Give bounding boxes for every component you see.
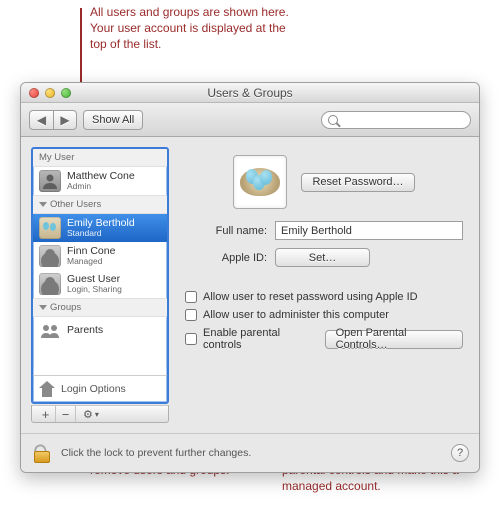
allow-admin-checkbox[interactable] [185,309,197,321]
avatar [39,245,61,267]
allow-reset-label: Allow user to reset password using Apple… [203,291,418,303]
open-parental-button[interactable]: Open Parental Controls… [325,330,463,349]
appleid-label: Apple ID: [185,252,267,264]
appleid-set-button[interactable]: Set… [275,248,370,267]
parental-checkbox[interactable] [185,333,197,345]
reset-password-button[interactable]: Reset Password… [301,173,414,192]
remove-user-button[interactable]: − [56,406,76,422]
sidebar-item-user[interactable]: Finn Cone Managed [33,242,167,270]
search-icon [328,115,338,125]
add-user-button[interactable]: + [36,406,56,422]
avatar [39,170,61,192]
parental-label: Enable parental controls [203,327,313,351]
avatar [39,217,61,239]
action-menu-button[interactable] [76,406,106,422]
lock-row: Click the lock to prevent further change… [21,433,479,472]
user-role: Login, Sharing [67,285,122,294]
fullname-input[interactable] [275,221,463,240]
allow-admin-label: Allow user to administer this computer [203,309,389,321]
login-options[interactable]: Login Options [33,375,167,402]
section-label: Groups [50,302,81,313]
fullname-label: Full name: [185,225,267,237]
sidebar-footer: + − [31,405,169,423]
lock-text: Click the lock to prevent further change… [61,447,251,459]
toolbar: ◀ ▶ Show All [21,103,479,137]
forward-button[interactable]: ▶ [53,110,77,130]
section-groups: Groups [33,298,167,317]
user-role: Admin [67,182,135,191]
help-button[interactable]: ? [451,444,469,462]
group-icon [39,320,61,342]
chevron-down-icon [39,305,47,310]
avatar [39,273,61,295]
user-role: Managed [67,257,115,266]
annotation-top: All users and groups are shown here. You… [90,4,290,53]
sidebar-item-my-user[interactable]: Matthew Cone Admin [33,167,167,195]
lock-icon[interactable] [31,442,53,464]
section-label: Other Users [50,199,101,210]
search-field[interactable] [321,111,471,129]
user-picture[interactable] [233,155,287,209]
users-sidebar: My User Matthew Cone Admin Other Users [31,147,169,404]
back-button[interactable]: ◀ [29,110,53,130]
group-name: Parents [67,325,103,337]
allow-reset-checkbox[interactable] [185,291,197,303]
sidebar-item-group[interactable]: Parents [33,317,167,345]
section-other-users: Other Users [33,195,167,214]
section-my-user: My User [33,149,167,167]
login-options-label: Login Options [61,383,126,395]
titlebar: Users & Groups [21,83,479,103]
user-role: Standard [67,229,135,238]
chevron-down-icon [39,202,47,207]
window-title: Users & Groups [21,86,479,100]
show-all-button[interactable]: Show All [83,110,143,130]
sidebar-item-user-selected[interactable]: Emily Berthold Standard [33,214,167,242]
main-pane: Reset Password… Full name: Apple ID: Set… [179,147,469,423]
prefs-window: Users & Groups ◀ ▶ Show All My User [20,82,480,473]
home-icon [39,381,55,397]
sidebar-item-guest[interactable]: Guest User Login, Sharing [33,270,167,298]
